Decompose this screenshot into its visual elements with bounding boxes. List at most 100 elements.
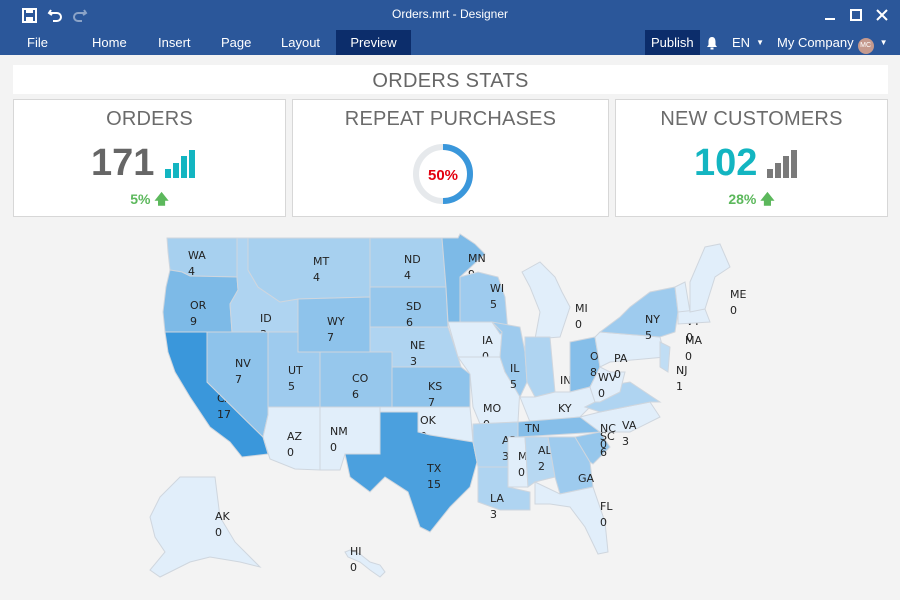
state-value: 3 [622,435,629,448]
state-label: VA [622,419,637,432]
state-value: 17 [217,408,231,421]
state-label: SD [406,300,421,313]
state-value: 7 [327,331,334,344]
state-label: WY [327,315,345,328]
state-value: 5 [510,378,517,391]
state-label: KY [558,402,572,415]
state-nj[interactable]: NJ 1 [659,341,687,393]
state-label: OR [190,299,207,312]
title-bar: Orders.mrt - Designer [0,0,900,30]
minimize-button[interactable] [818,3,842,27]
state-label: OK [420,414,437,427]
state-value: 3 [410,355,417,368]
state-shape[interactable] [524,336,556,398]
state-ks[interactable]: KS7 [391,366,471,409]
state-label: MN [468,252,486,265]
repeat-purchases-card: REPEAT PURCHASES 50% [292,99,609,217]
state-fl[interactable]: FL 0 [534,481,613,555]
state-value: 4 [313,271,320,284]
language-label: EN [732,35,751,50]
gauge-value: 50% [428,167,458,184]
state-nd[interactable]: ND 4 [369,237,447,288]
state-shape[interactable] [594,331,666,368]
state-label: TX [426,462,442,475]
state-value: 2 [538,460,545,473]
new-customers-change-value: 28% [728,191,757,207]
menu-insert[interactable]: Insert [144,30,205,55]
state-value: 0 [600,438,607,451]
state-label: TN [524,422,540,435]
state-value: 0 [330,441,337,454]
state-me[interactable]: ME 0 [689,243,746,317]
account-menu[interactable]: My Company MC ▼ [777,30,888,55]
publish-button[interactable]: Publish [645,30,700,55]
bar-chart-icon [767,150,797,178]
state-label: WI [490,282,504,295]
state-label: ID [260,312,272,325]
state-label: UT [288,364,303,377]
state-hi[interactable]: HI 0 [344,545,386,578]
menu-home[interactable]: Home [78,30,141,55]
state-label: FL [600,500,613,513]
state-value: 0 [685,350,692,363]
orders-value: 171 [91,142,155,184]
state-value: 0 [350,561,357,574]
menu-file[interactable]: File [13,30,62,55]
state-label: MA [685,334,702,347]
state-shape[interactable] [521,261,571,340]
avatar: MC [857,38,874,54]
orders-change-value: 5% [130,191,151,207]
state-label: MT [313,255,329,268]
state-label: NJ [676,364,687,377]
state-label: NV [235,357,251,370]
menu-layout[interactable]: Layout [267,30,334,55]
menu-bar: File Home Insert Page Layout Preview Pub… [0,30,900,55]
state-label: IL [510,362,520,375]
new-customers-title: NEW CUSTOMERS [660,108,843,130]
state-shape[interactable] [674,281,691,313]
close-button[interactable] [870,3,894,27]
state-shape[interactable] [689,243,731,313]
language-selector[interactable]: EN ▼ [732,30,764,55]
state-label: MO [483,402,501,415]
menu-preview[interactable]: Preview [336,30,411,55]
menu-page[interactable]: Page [207,30,265,55]
state-value: 5 [288,380,295,393]
state-or[interactable]: OR 9 [162,269,239,333]
state-label: ME [730,288,746,301]
state-wy[interactable]: WY 7 [297,296,371,353]
repeat-purchases-gauge: 50% [413,144,473,204]
state-ak[interactable]: AK 0 [149,476,262,578]
new-customers-value: 102 [694,142,758,184]
arrow-up-icon: 🡅 [760,191,775,207]
state-label: NM [330,425,348,438]
state-value: 0 [600,516,607,529]
state-value: 0 [614,368,621,381]
state-label: LA [490,492,504,505]
state-shape[interactable] [534,481,609,555]
state-shape[interactable] [149,476,262,578]
state-label: HI [350,545,362,558]
state-shape[interactable] [247,237,371,303]
state-shape[interactable] [659,341,671,373]
state-shape[interactable] [598,286,679,338]
state-ma[interactable]: MA 0 [677,308,711,363]
us-map-svg: WA4OR9CA17ID3NV7MT4WY7UT5AZ0CO6NM0ND4SD6… [149,233,746,578]
state-mi[interactable]: MI 0 [521,261,588,340]
new-customers-change: 28% 🡅 [616,189,887,213]
state-az[interactable]: AZ 0 [262,406,321,471]
state-label: MI [575,302,588,315]
state-label: NE [410,339,425,352]
maximize-button[interactable] [844,3,868,27]
state-value: 4 [404,269,411,282]
state-value: 0 [575,318,582,331]
chevron-down-icon: ▼ [879,38,888,47]
state-co[interactable]: CO 6 [319,351,393,408]
notification-bell-icon[interactable] [706,30,720,55]
state-label: GA [578,472,595,485]
state-mt[interactable]: MT 4 [247,237,371,303]
state-sd[interactable]: SD6 [369,286,449,329]
state-label: IA [482,334,493,347]
repeat-purchases-title: REPEAT PURCHASES [344,108,557,130]
state-value: 0 [598,387,605,400]
